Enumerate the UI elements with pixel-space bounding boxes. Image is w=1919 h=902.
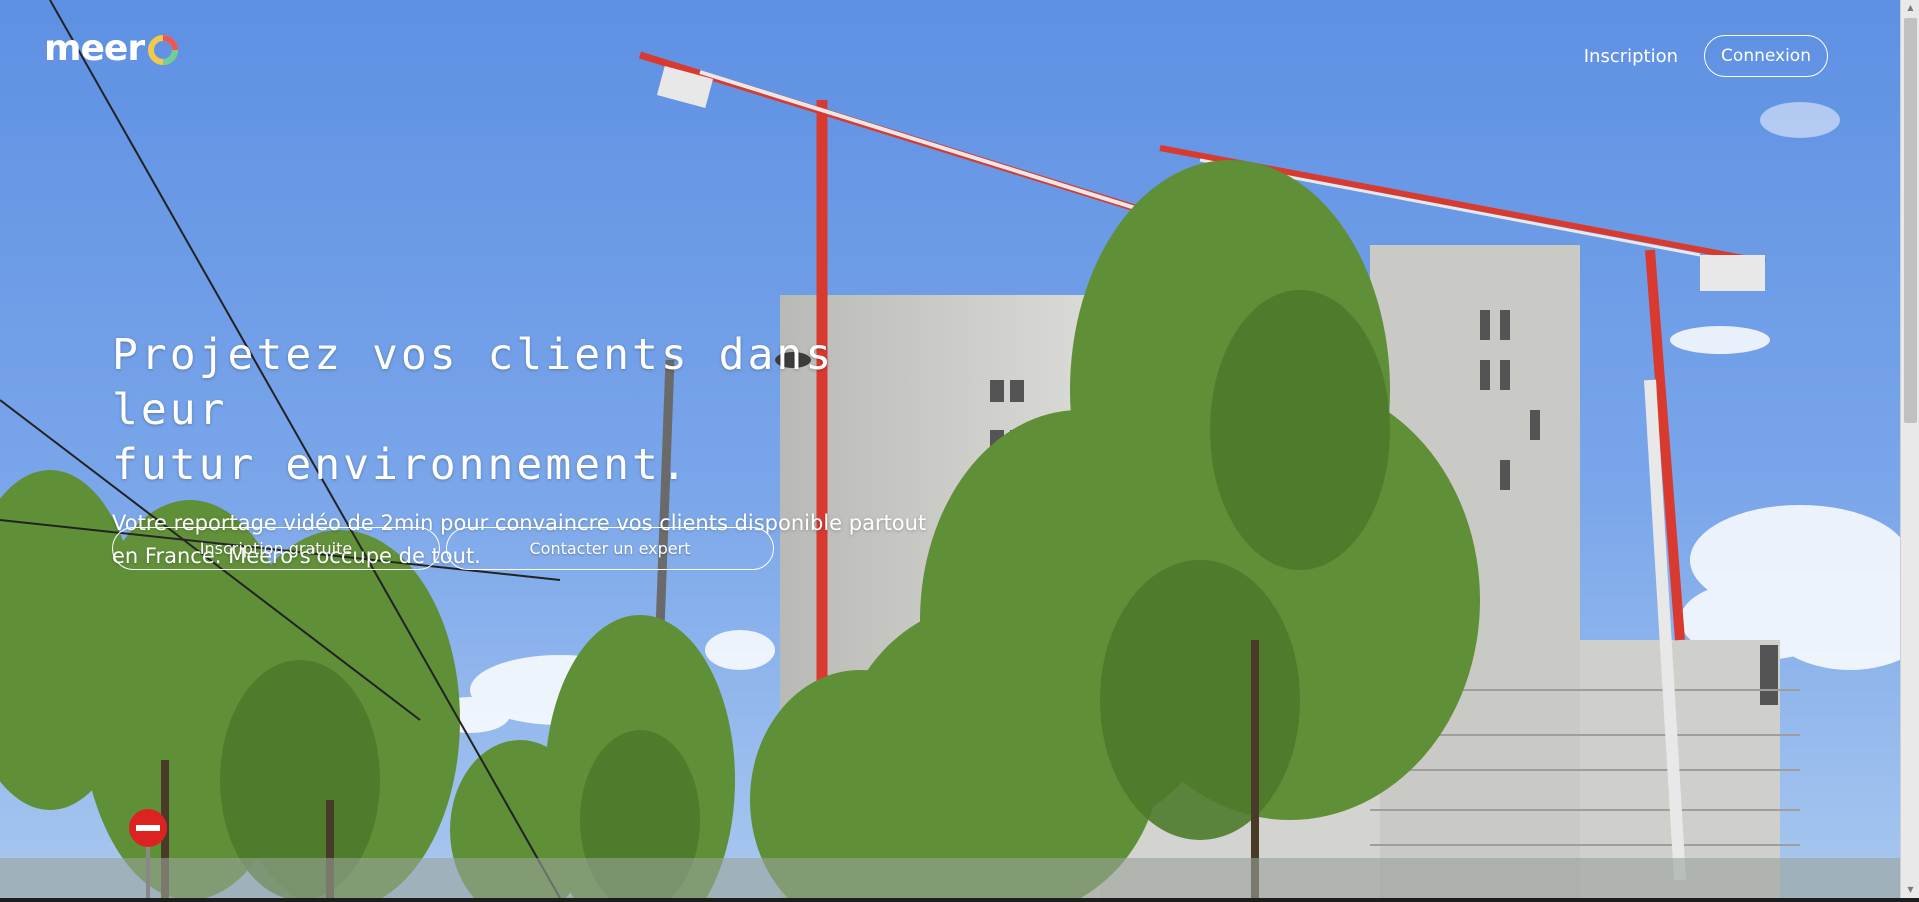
hero-headline: Projetez vos clients dans leur futur env… (112, 328, 942, 493)
scroll-thumb[interactable] (1904, 18, 1917, 423)
contact-expert-button[interactable]: Contacter un expert (446, 527, 774, 570)
svg-text:meer: meer (44, 30, 145, 66)
top-nav: Inscription Connexion (1578, 35, 1828, 77)
headline-line-1: Projetez vos clients dans leur (112, 330, 835, 435)
meero-logo[interactable]: meer (44, 30, 180, 66)
login-button[interactable]: Connexion (1704, 35, 1828, 77)
signup-link[interactable]: Inscription (1578, 36, 1684, 77)
window-bottom-edge (0, 898, 1919, 902)
headline-line-2: futur environnement. (112, 440, 690, 490)
scroll-down-icon[interactable]: ▼ (1901, 882, 1919, 898)
scroll-up-icon[interactable]: ▲ (1901, 0, 1919, 16)
free-signup-button[interactable]: Inscription gratuite (112, 527, 440, 570)
cta-row: Inscription gratuite Contacter un expert (112, 527, 774, 570)
viewport: meer Inscription Connexion Projetez vos … (0, 0, 1900, 898)
page-scrollbar[interactable]: ▲ ▼ (1900, 0, 1919, 898)
hero-section: meer Inscription Connexion Projetez vos … (0, 0, 1900, 898)
